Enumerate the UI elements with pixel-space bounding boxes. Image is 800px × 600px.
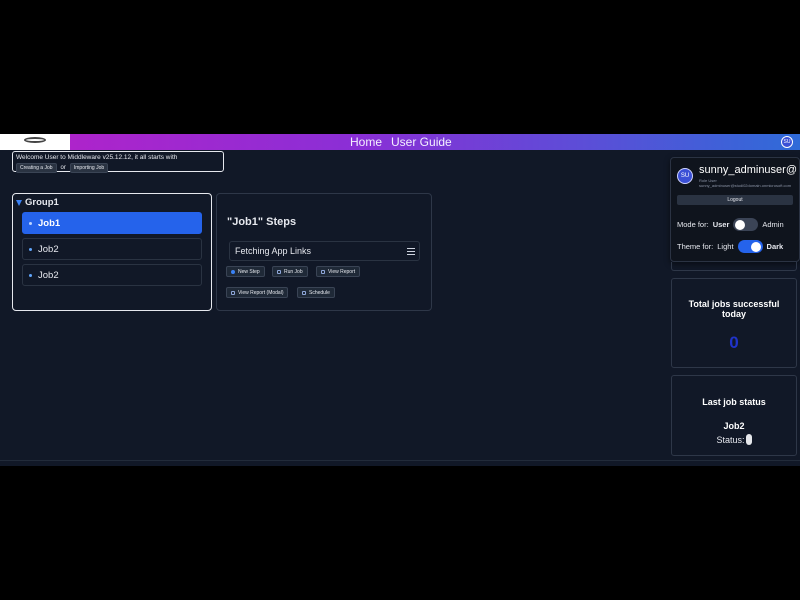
success-count-card: Total jobs successful today 0 (671, 278, 797, 368)
run-icon (277, 269, 281, 274)
schedule-label: Schedule (309, 289, 330, 296)
or-text: or (60, 165, 66, 171)
group-title: Group1 (25, 197, 59, 208)
toggle-knob (734, 219, 745, 230)
main-nav: Home User Guide (350, 134, 452, 150)
step-item[interactable]: Fetching App Links (229, 241, 420, 261)
nav-home[interactable]: Home (350, 135, 382, 149)
job-item-job2[interactable]: Job2 (22, 238, 202, 260)
job-bullet-icon (29, 221, 32, 225)
schedule-button[interactable]: Schedule (297, 287, 335, 298)
document-icon (231, 290, 235, 295)
user-avatar-button[interactable]: SU (781, 136, 793, 148)
job-label: Job1 (38, 217, 61, 229)
group-header[interactable]: Group1 (16, 197, 202, 208)
view-report-modal-button[interactable]: View Report (Modal) (226, 287, 289, 298)
theme-toggle[interactable] (737, 240, 763, 253)
profile-dropdown: SU sunny_adminuser@ Role User sunny_admi… (670, 157, 800, 262)
document-icon (321, 269, 325, 274)
run-job-label: Run Job (284, 268, 303, 275)
status-label: Status: (716, 434, 745, 445)
footer-divider (0, 460, 800, 461)
mode-label: Mode for: (677, 220, 709, 229)
theme-label: Theme for: (677, 242, 714, 251)
new-step-label: New Step (238, 268, 260, 275)
logout-button[interactable]: Logout (677, 195, 793, 205)
profile-avatar: SU (677, 168, 693, 184)
expand-triangle-icon (16, 199, 22, 206)
last-job-status: Status: (672, 434, 796, 445)
hidden-card-edge (671, 262, 797, 271)
import-job-button[interactable]: Importing Job (69, 163, 109, 173)
mode-toggle-row: Mode for: User Admin (677, 218, 784, 231)
job-bullet-icon (29, 247, 32, 251)
logo-mark-icon (24, 137, 46, 143)
theme-light-label: Light (717, 242, 734, 251)
mode-toggle[interactable] (733, 218, 759, 231)
mode-user-label: User (712, 220, 730, 229)
job-bullet-icon (29, 273, 32, 277)
last-job-name: Job2 (723, 421, 745, 431)
view-report-label: View Report (328, 268, 356, 275)
plus-icon (231, 269, 235, 274)
welcome-message: Welcome User to Middleware v25.12.12, it… (16, 154, 178, 161)
profile-username: sunny_adminuser@ (699, 164, 797, 176)
company-logo[interactable] (0, 134, 70, 150)
nav-user-guide[interactable]: User Guide (391, 135, 452, 149)
steps-title: "Job1" Steps (227, 216, 297, 228)
app-window: Home User Guide SU Welcome User to Middl… (0, 134, 800, 466)
group-panel: Group1 Job1 Job2 Job2 (12, 193, 212, 311)
step-label: Fetching App Links (235, 246, 312, 256)
status-indicator (745, 434, 752, 445)
job-label: Job2 (38, 243, 59, 255)
top-bar: Home User Guide SU (0, 134, 800, 150)
last-status-title: Last job status (702, 397, 766, 407)
welcome-actions: Creating a Job or Importing Job (16, 163, 220, 173)
create-job-button[interactable]: Creating a Job (16, 163, 57, 173)
hamburger-menu-icon[interactable] (407, 248, 415, 255)
profile-email: sunny_adminuser@studi02domain.onmicrosof… (699, 183, 792, 188)
theme-toggle-row: Theme for: Light Dark (677, 240, 783, 253)
mode-admin-label: Admin (762, 220, 784, 229)
view-report-button[interactable]: View Report (316, 266, 361, 277)
run-job-button[interactable]: Run Job (272, 266, 308, 277)
job-item-job1[interactable]: Job1 (22, 212, 202, 234)
steps-panel: "Job1" Steps Fetching App Links New Step… (216, 193, 432, 311)
job-item-job2-duplicate[interactable]: Job2 (22, 264, 202, 286)
welcome-banner: Welcome User to Middleware v25.12.12, it… (12, 151, 224, 173)
theme-dark-label: Dark (766, 242, 784, 251)
success-count: 0 (729, 333, 739, 352)
toggle-knob (751, 241, 762, 252)
last-status-card: Last job status Job2 Status: (671, 375, 797, 456)
success-title: Total jobs successful today (688, 299, 780, 319)
view-report-modal-label: View Report (Modal) (238, 289, 284, 296)
job-label: Job2 (38, 269, 59, 281)
calendar-icon (302, 290, 306, 295)
new-step-button[interactable]: New Step (226, 266, 265, 277)
